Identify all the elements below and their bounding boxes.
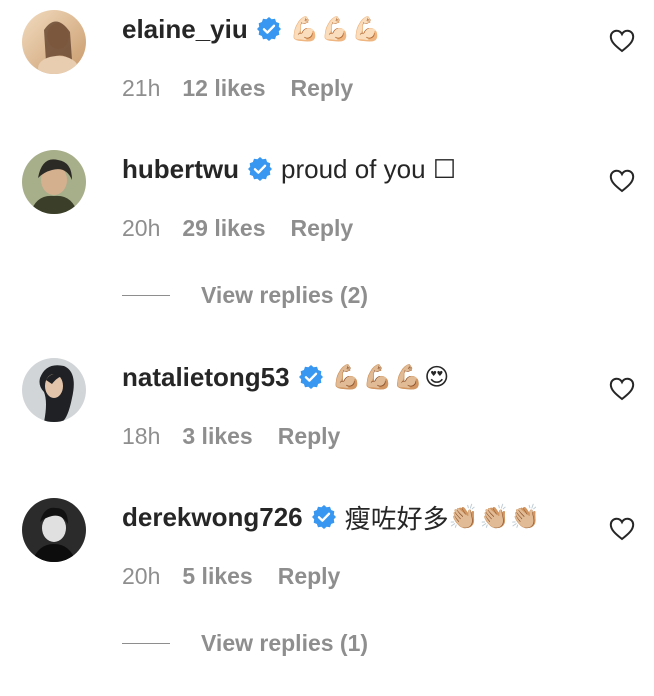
- comment-time[interactable]: 18h: [122, 423, 160, 450]
- view-replies-button[interactable]: View replies (2): [122, 280, 368, 310]
- likes-count[interactable]: 29 likes: [182, 215, 265, 242]
- comment-emoji: 💪🏻💪🏻💪🏻: [289, 15, 383, 43]
- comment-header: hubertwu proud of you ☐: [122, 152, 456, 186]
- likes-count[interactable]: 5 likes: [182, 563, 252, 590]
- likes-count[interactable]: 3 likes: [182, 423, 252, 450]
- view-replies-label[interactable]: View replies (1): [201, 630, 368, 657]
- avatar[interactable]: [22, 358, 86, 422]
- username-link[interactable]: elaine_yiu: [122, 14, 248, 45]
- verified-badge-icon: [311, 504, 337, 530]
- avatar[interactable]: [22, 498, 86, 562]
- comment-text: proud of you ☐: [281, 153, 457, 184]
- comment-header: derekwong726 瘦咗好多 👏🏼👏🏼👏🏼: [122, 500, 541, 534]
- comment-time[interactable]: 20h: [122, 563, 160, 590]
- username-link[interactable]: derekwong726: [122, 502, 303, 533]
- like-heart-icon[interactable]: [609, 377, 635, 401]
- like-heart-icon[interactable]: [609, 517, 635, 541]
- comment-emoji: 💪🏼💪🏼💪🏼😍: [331, 363, 451, 391]
- verified-badge-icon: [256, 16, 282, 42]
- comment-meta: 20h 5 likes Reply: [122, 561, 340, 591]
- username-link[interactable]: natalietong53: [122, 362, 290, 393]
- view-replies-button[interactable]: View replies (1): [122, 628, 368, 658]
- comment-text: 瘦咗好多: [344, 503, 449, 534]
- comment-header: elaine_yiu 💪🏻💪🏻💪🏻: [122, 12, 382, 46]
- verified-badge-icon: [298, 364, 324, 390]
- comment-time[interactable]: 21h: [122, 75, 160, 102]
- reply-button[interactable]: Reply: [291, 215, 354, 242]
- replies-divider: [122, 294, 170, 296]
- replies-divider: [122, 642, 170, 644]
- comment-meta: 21h 12 likes Reply: [122, 73, 353, 103]
- reply-button[interactable]: Reply: [291, 75, 354, 102]
- comment-emoji: 👏🏼👏🏼👏🏼: [448, 503, 542, 531]
- like-heart-icon[interactable]: [609, 169, 635, 193]
- view-replies-label[interactable]: View replies (2): [201, 282, 368, 309]
- comment-meta: 18h 3 likes Reply: [122, 421, 340, 451]
- verified-badge-icon: [247, 156, 273, 182]
- comment-header: natalietong53 💪🏼💪🏼💪🏼😍: [122, 360, 450, 394]
- username-link[interactable]: hubertwu: [122, 154, 239, 185]
- comment-time[interactable]: 20h: [122, 215, 160, 242]
- reply-button[interactable]: Reply: [278, 423, 341, 450]
- likes-count[interactable]: 12 likes: [182, 75, 265, 102]
- reply-button[interactable]: Reply: [278, 563, 341, 590]
- like-heart-icon[interactable]: [609, 29, 635, 53]
- avatar[interactable]: [22, 150, 86, 214]
- avatar[interactable]: [22, 10, 86, 74]
- comment-meta: 20h 29 likes Reply: [122, 213, 353, 243]
